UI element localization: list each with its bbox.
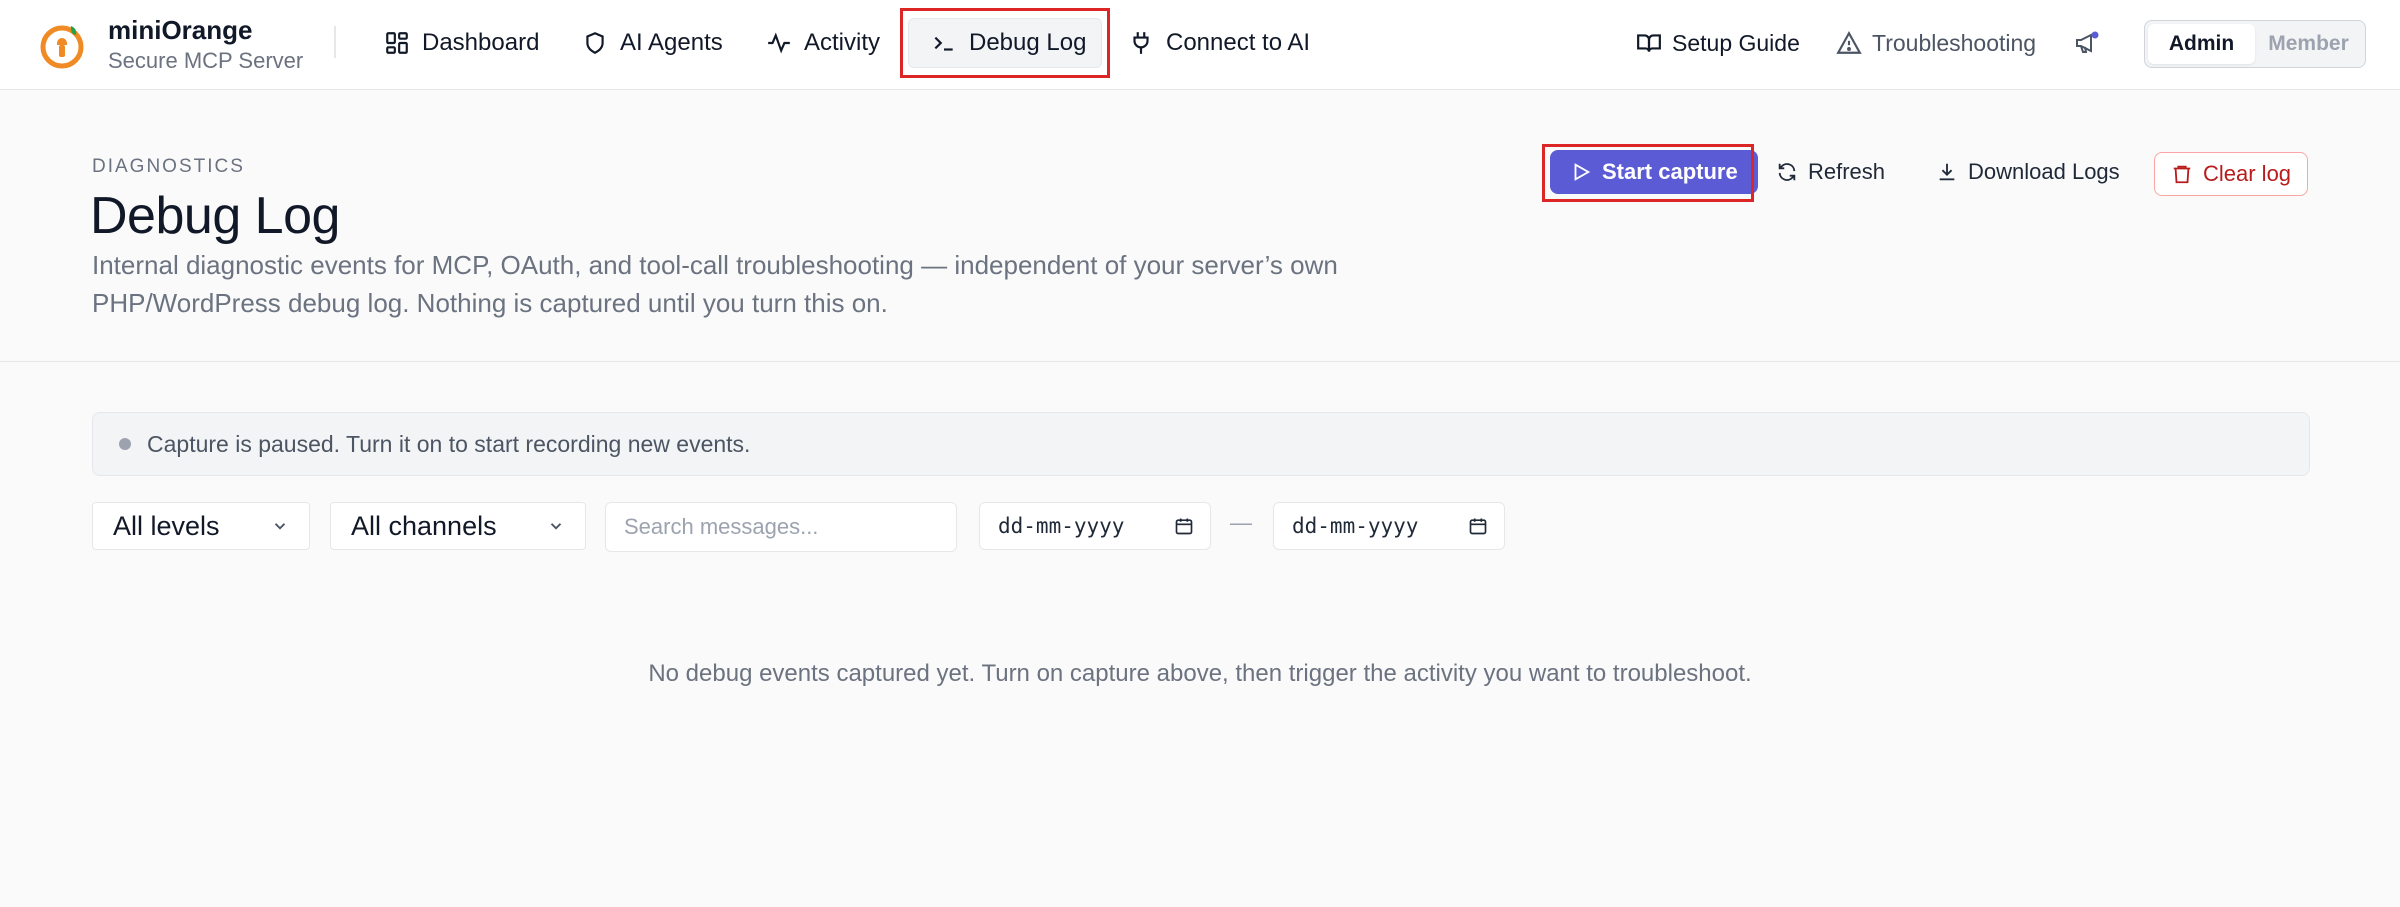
shield-icon [586,32,604,54]
nav-dashboard-label: Dashboard [422,29,540,56]
clear-log-label: Clear log [2203,161,2292,186]
download-logs-button[interactable]: Download Logs [1936,150,2120,194]
date-range-separator: — [1230,510,1252,535]
nav-dashboard[interactable]: Dashboard [384,18,539,68]
clear-log-button[interactable]: Clear log [2154,152,2309,196]
calendar-icon [1469,518,1487,535]
nav-activity[interactable]: Activity [766,18,880,68]
miniorange-logo-icon [40,25,84,69]
start-capture-label: Start capture [1602,159,1738,184]
role-member-button[interactable]: Member [2255,24,2362,64]
book-open-icon [1637,34,1661,52]
setup-guide-label: Setup Guide [1672,29,1800,56]
setup-guide-link[interactable]: Setup Guide [1636,18,1800,68]
start-capture-button[interactable]: Start capture [1550,150,1758,194]
date-from-value: dd-mm-yyyy [998,514,1125,538]
refresh-label: Refresh [1808,159,1886,184]
capture-status-banner: Capture is paused. Turn it on to start r… [92,412,2310,476]
nav-ai-agents-label: AI Agents [620,29,723,56]
brand-subtitle: Secure MCP Server [108,48,304,73]
nav-ai-agents[interactable]: AI Agents [582,18,723,68]
level-filter-select[interactable]: All levels [92,502,310,550]
chevron-down-icon [274,523,286,530]
brand-divider [334,26,336,58]
page-header: DIAGNOSTICS Debug Log Internal diagnosti… [0,90,2400,362]
section-eyebrow: DIAGNOSTICS [92,156,245,177]
empty-state-message: No debug events captured yet. Turn on ca… [648,660,1752,687]
announcements-button[interactable] [2074,18,2110,68]
nav-debug-log[interactable]: Debug Log [908,18,1102,68]
top-navigation-bar: miniOrange Secure MCP Server Dashboard A… [0,0,2400,90]
channel-filter-value: All channels [351,510,497,541]
capture-status-text: Capture is paused. Turn it on to start r… [147,430,751,457]
brand[interactable]: miniOrange Secure MCP Server [38,15,304,73]
nav-connect-to-ai[interactable]: Connect to AI [1128,18,1310,68]
troubleshooting-link[interactable]: Troubleshooting [1836,18,2036,68]
alert-triangle-icon [1836,31,1862,54]
channel-filter-select[interactable]: All channels [330,502,586,550]
page-description: Internal diagnostic events for MCP, OAut… [92,250,1338,318]
level-filter-value: All levels [113,510,220,541]
brand-name: miniOrange [108,15,253,45]
status-dot [119,438,131,450]
nav-connect-to-ai-label: Connect to AI [1166,29,1311,56]
role-toggle: Admin Member [2144,20,2366,68]
play-icon [1574,163,1591,181]
download-icon [1939,163,1955,181]
troubleshooting-label: Troubleshooting [1872,29,2037,56]
search-messages-input[interactable] [605,502,957,552]
calendar-icon [1175,518,1193,535]
date-to-input[interactable]: dd-mm-yyyy [1273,502,1505,550]
date-from-input[interactable]: dd-mm-yyyy [979,502,1211,550]
refresh-button[interactable]: Refresh [1776,150,1885,194]
terminal-icon [934,36,953,51]
activity-pulse-icon [768,32,790,54]
refresh-icon [1778,163,1796,181]
download-logs-label: Download Logs [1968,159,2120,184]
role-admin-button[interactable]: Admin [2148,24,2255,64]
date-to-value: dd-mm-yyyy [1292,514,1419,538]
nav-debug-log-label: Debug Log [969,29,1087,56]
dashboard-grid-icon [386,32,408,54]
nav-activity-label: Activity [804,29,881,56]
megaphone-icon [2076,31,2099,53]
chevron-down-icon [550,523,562,530]
plug-icon [1133,32,1149,54]
page-title: Debug Log [90,187,340,245]
trash-icon [2173,165,2191,184]
